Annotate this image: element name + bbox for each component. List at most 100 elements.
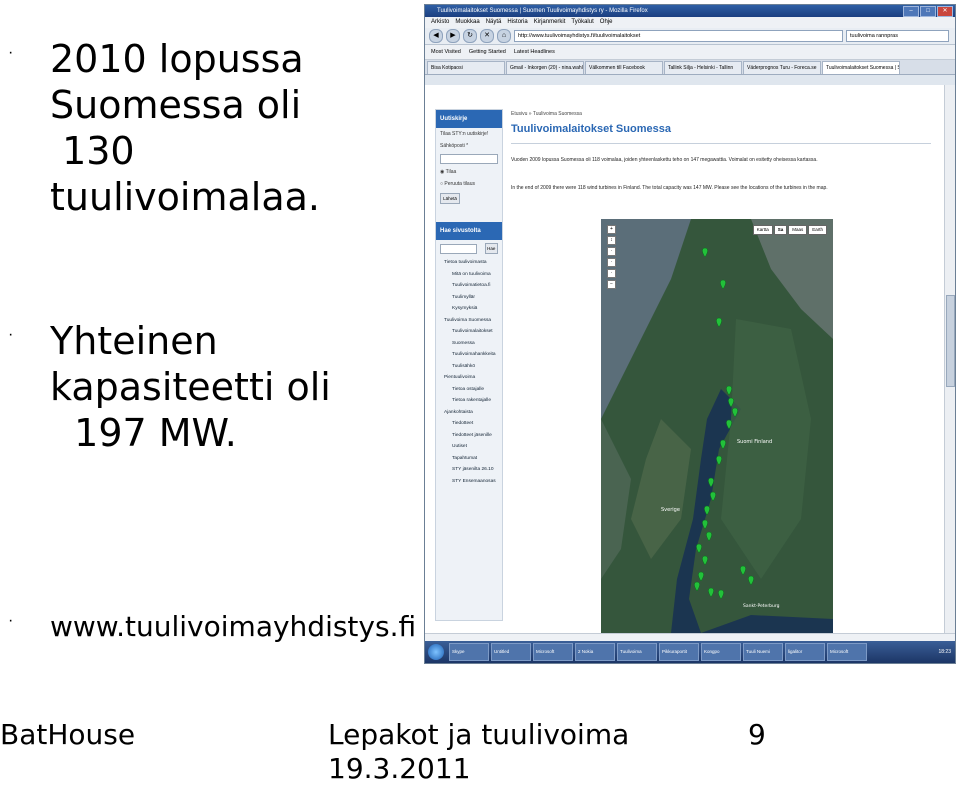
taskbar-button[interactable]: Kongpo bbox=[701, 643, 741, 661]
pan-button[interactable]: ↕ bbox=[607, 236, 616, 245]
site-search-button[interactable]: Hae bbox=[484, 243, 498, 254]
taskbar-button[interactable]: Tuulivoima bbox=[617, 643, 657, 661]
sidebar-nav-item[interactable]: Tietoa rakentajalle bbox=[444, 395, 502, 407]
site-search-input[interactable] bbox=[440, 243, 477, 254]
bookmark-item[interactable]: Latest Headlines bbox=[514, 45, 555, 59]
sidebar-nav-item[interactable]: Tuulisähkö bbox=[444, 361, 502, 373]
title-divider bbox=[511, 143, 931, 144]
sidebar-nav-item[interactable]: Tuulimyllär bbox=[444, 292, 502, 304]
bullet-line: tuulivoimalaa. bbox=[50, 175, 320, 219]
browser-tab[interactable]: Tallink Silja - Helsinki - Tallinn bbox=[664, 61, 742, 74]
menu-item[interactable]: Arkisto bbox=[431, 17, 449, 28]
sidebar-nav-item[interactable]: Uutiset bbox=[444, 441, 502, 453]
windows-taskbar: Skype Untitled Microsoft 2 Nokia Tuulivoima P… bbox=[425, 641, 955, 663]
map-type-button[interactable]: Kartta bbox=[752, 225, 773, 235]
bullet-line: Suomessa oli bbox=[50, 83, 302, 127]
map-type-button-active[interactable]: Sa bbox=[773, 225, 788, 235]
reload-button[interactable]: ↻ bbox=[463, 29, 477, 43]
taskbar-button[interactable]: Skype bbox=[449, 643, 489, 661]
map-imagery: Suomi Finland Sverige Sankt-Peterburg bbox=[601, 219, 833, 633]
minimize-button[interactable]: – bbox=[903, 6, 919, 17]
sidebar-nav-item[interactable]: Tuulivoimatietoa.fi bbox=[444, 280, 502, 292]
menu-item[interactable]: Työkalut bbox=[571, 17, 593, 28]
sidebar-nav-item[interactable]: Tiedotteet bbox=[444, 418, 502, 430]
navigation-toolbar: ◀ ▶ ↻ ✕ ⌂ http://www.tuulivoimayhdistys.… bbox=[425, 28, 955, 45]
forward-button[interactable]: ▶ bbox=[446, 29, 460, 43]
taskbar-button[interactable]: ligalitor bbox=[785, 643, 825, 661]
browser-screenshot: Tuulivoimalaitokset Suomessa | Suomen Tu… bbox=[424, 4, 956, 664]
browser-tab[interactable]: Bisa Kotipaosi bbox=[427, 61, 505, 74]
menu-item[interactable]: Kirjanmerkit bbox=[534, 17, 566, 28]
taskbar-button[interactable]: Pikkuraportit bbox=[659, 643, 699, 661]
zoom-level-icon: · bbox=[607, 247, 616, 256]
maximize-button[interactable]: □ bbox=[920, 6, 936, 17]
search-box[interactable]: tuulivoima rannpras bbox=[846, 30, 949, 42]
zoom-out-button[interactable]: − bbox=[607, 280, 616, 289]
taskbar-button[interactable]: Tuuli Nuemi bbox=[743, 643, 783, 661]
bullet-line: 2010 lopussa bbox=[50, 37, 304, 81]
sidebar-nav-item[interactable]: Tuulivoimalaitokset bbox=[444, 326, 502, 338]
website-link-text[interactable]: www.tuulivoimayhdistys.fi bbox=[50, 610, 416, 644]
bullet-line: 130 bbox=[50, 129, 135, 173]
sidebar-nav-item[interactable]: Mitä on tuulivoima bbox=[444, 269, 502, 281]
map-zoom-controls: + ↕ · · · − bbox=[607, 225, 617, 291]
sidebar-nav-item[interactable]: Tietoa ostajalle bbox=[444, 384, 502, 396]
map-type-button[interactable]: Earth bbox=[808, 225, 827, 235]
bookmark-item[interactable]: Getting Started bbox=[469, 45, 506, 59]
sidebar-nav-item[interactable]: Ajankohtaista bbox=[444, 407, 502, 419]
turbine-map[interactable]: Suomi Finland Sverige Sankt-Peterburg Ka… bbox=[601, 219, 833, 633]
start-button[interactable] bbox=[428, 644, 444, 660]
sidebar-nav-item[interactable]: Tuulivoimahankkeita bbox=[444, 349, 502, 361]
home-button[interactable]: ⌂ bbox=[497, 29, 511, 43]
zoom-level-icon: · bbox=[607, 269, 616, 278]
email-field[interactable] bbox=[440, 154, 498, 164]
newsletter-heading: Uutiskirje bbox=[436, 110, 502, 128]
menu-item[interactable]: Näytä bbox=[486, 17, 502, 28]
page-title: Tuulivoimalaitokset Suomessa bbox=[511, 123, 671, 135]
sidebar-nav-item[interactable]: STY jäsenilta 26.10 bbox=[444, 464, 502, 476]
scrollbar-thumb[interactable] bbox=[946, 295, 955, 387]
send-button[interactable]: Lähetä bbox=[440, 193, 460, 204]
page-scrollbar[interactable] bbox=[944, 85, 955, 633]
taskbar-button[interactable]: Microsoft bbox=[533, 643, 573, 661]
sidebar-nav-item[interactable]: Tiedotteet jäsenille bbox=[444, 430, 502, 442]
zoom-level-icon: · bbox=[607, 258, 616, 267]
taskbar-buttons: Skype Untitled Microsoft 2 Nokia Tuulivoima P… bbox=[449, 643, 867, 661]
menu-item[interactable]: Ohje bbox=[600, 17, 613, 28]
taskbar-button[interactable]: Untitled bbox=[491, 643, 531, 661]
email-label: Sähköposti * bbox=[440, 143, 469, 149]
browser-tab[interactable]: Välkommen till Facebook bbox=[585, 61, 663, 74]
unsubscribe-option[interactable]: ○ Peruuta tilaus bbox=[436, 178, 502, 190]
footer-date: 19.3.2011 bbox=[328, 752, 471, 785]
menu-item[interactable]: Muokkaa bbox=[455, 17, 479, 28]
site-sidebar: Uutiskirje Tilaa STY:n uutiskirje! Sähkö… bbox=[435, 109, 503, 621]
sidebar-nav-item[interactable]: Tuulivoima Suomessa bbox=[444, 315, 502, 327]
browser-tab[interactable]: Gmail - Inkorgen (20) - nina.wahl... bbox=[506, 61, 584, 74]
sidebar-nav-item[interactable]: Kysymyksiä bbox=[444, 303, 502, 315]
sidebar-nav-item[interactable]: STY Ensemaanosas bbox=[444, 476, 502, 488]
taskbar-button[interactable]: 2 Nokia bbox=[575, 643, 615, 661]
unsubscribe-label: Peruuta tilaus bbox=[444, 181, 475, 187]
address-bar[interactable]: http://www.tuulivoimayhdistys.fi/tuulivo… bbox=[514, 30, 843, 42]
sidebar-nav-item[interactable]: Suomessa bbox=[444, 338, 502, 350]
map-type-button[interactable]: Maas bbox=[788, 225, 808, 235]
sidebar-nav-item[interactable]: Pientuulivoima bbox=[444, 372, 502, 384]
close-button[interactable]: ✕ bbox=[937, 6, 953, 17]
tab-strip: Bisa Kotipaosi Gmail - Inkorgen (20) - n… bbox=[425, 60, 955, 75]
subscribe-label: Tilaa bbox=[445, 169, 457, 175]
sidebar-nav-item[interactable]: Tapahtumat bbox=[444, 453, 502, 465]
back-button[interactable]: ◀ bbox=[429, 29, 443, 43]
stop-button[interactable]: ✕ bbox=[480, 29, 494, 43]
taskbar-button[interactable]: Microsoft bbox=[827, 643, 867, 661]
menu-item[interactable]: Historia bbox=[507, 17, 527, 28]
bookmark-item[interactable]: Most Visited bbox=[431, 45, 461, 59]
breadcrumb[interactable]: Etusivu » Tuulivoima Suomessa bbox=[511, 111, 582, 117]
newsletter-text: Tilaa STY:n uutiskirje! bbox=[440, 131, 489, 137]
subscribe-option[interactable]: ◉ Tilaa bbox=[436, 166, 502, 178]
menu-bar: Arkisto Muokkaa Näytä Historia Kirjanmer… bbox=[425, 17, 955, 28]
browser-tab[interactable]: Väderprognos Turu - Foreca.se bbox=[743, 61, 821, 74]
browser-tab-active[interactable]: Tuulivoimalaitokset Suomessa | S... bbox=[822, 61, 900, 74]
sidebar-nav-item[interactable]: Tietoa tuulivoimasta bbox=[444, 257, 502, 269]
site-search-row: Hae bbox=[436, 240, 502, 257]
zoom-in-button[interactable]: + bbox=[607, 225, 616, 234]
